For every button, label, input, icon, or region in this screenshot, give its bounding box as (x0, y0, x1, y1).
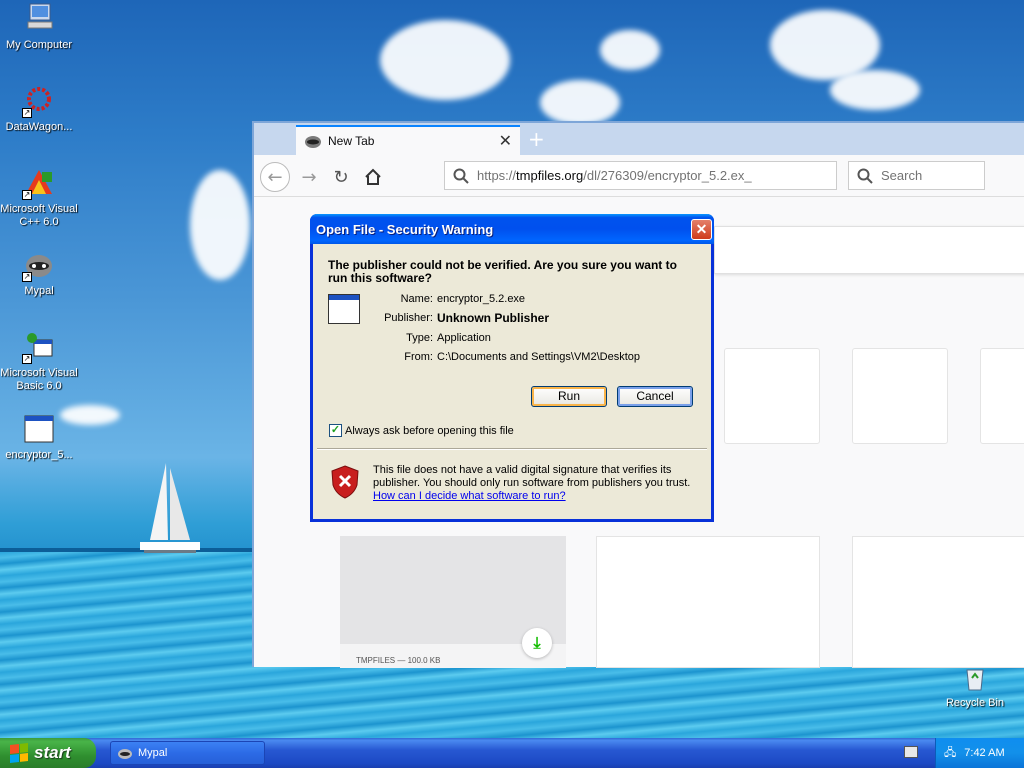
name-value: encryptor_5.2.exe (437, 293, 526, 305)
cloud (380, 20, 510, 100)
dialog-heading: The publisher could not be verified. Are… (328, 258, 677, 285)
shortcut-arrow-icon: ↗ (22, 354, 32, 364)
security-warning-dialog: Open File - Security Warning ✕ The publi… (310, 214, 714, 522)
search-icon (857, 168, 873, 184)
divider (317, 448, 707, 450)
clock[interactable]: 7:42 AM (964, 747, 1004, 759)
close-tab-icon[interactable]: ✕ (499, 131, 512, 151)
always-ask-row: ✓ Always ask before opening this file (329, 424, 514, 437)
publisher-label: Publisher: (384, 312, 433, 324)
visual-cpp-icon: ↗ (22, 166, 56, 200)
type-value: Application (437, 332, 491, 344)
network-icon[interactable]: 🖧 (944, 744, 956, 763)
desktop-icon-label: encryptor_5... (5, 449, 73, 461)
close-icon: ✕ (695, 221, 708, 237)
shortcut-arrow-icon: ↗ (22, 272, 32, 282)
back-button[interactable]: ← (260, 162, 290, 192)
desktop-icon-label: Mypal (24, 285, 54, 297)
mypal-favicon-icon (305, 136, 321, 148)
mypal-icon: ↗ (22, 248, 56, 282)
system-tray: 🖧 7:42 AM (935, 738, 1024, 768)
always-ask-checkbox[interactable]: ✓ (329, 424, 342, 437)
back-arrow-icon: ← (267, 166, 283, 188)
cloud (600, 30, 660, 70)
cloud (540, 80, 620, 125)
desktop-icon-my-computer[interactable]: My Computer (0, 2, 78, 52)
search-icon (453, 168, 469, 184)
desktop-icon-label: Recycle Bin (945, 697, 1005, 709)
from-value: C:\Documents and Settings\VM2\Desktop (437, 351, 640, 363)
top-site-tile[interactable] (724, 348, 820, 444)
desktop-icon-encryptor[interactable]: encryptor_5... (0, 412, 78, 462)
tab-strip: New Tab ✕ + (254, 123, 1024, 155)
dialog-title-bar: Open File - Security Warning ✕ (310, 214, 714, 244)
shortcut-arrow-icon: ↗ (22, 190, 32, 200)
highlight-tile[interactable] (596, 536, 820, 668)
cloud (830, 70, 920, 110)
keyboard-icon[interactable] (904, 746, 918, 758)
dialog-title: Open File - Security Warning (316, 222, 494, 237)
desktop-icon-visual-cpp[interactable]: ↗ Microsoft Visual C++ 6.0 (0, 166, 78, 229)
tab-title: New Tab (328, 134, 375, 148)
desktop-icon-label: Microsoft Visual Basic 6.0 (0, 367, 78, 392)
desktop-icon-label: Microsoft Visual C++ 6.0 (0, 203, 78, 228)
url-host: tmpfiles.org (516, 168, 584, 183)
desktop-icon-datawagon[interactable]: ↗ DataWagon... (0, 84, 78, 134)
taskbar-item-mypal[interactable]: Mypal (110, 741, 265, 765)
windows-logo-icon (10, 743, 28, 763)
download-icon: ⤓ (522, 628, 552, 658)
security-shield-icon (331, 465, 359, 499)
cancel-button[interactable]: Cancel (617, 386, 693, 407)
desktop-icon-label: DataWagon... (5, 121, 73, 133)
highlight-tile[interactable] (852, 536, 1024, 668)
top-site-tile[interactable] (980, 348, 1024, 444)
home-icon (365, 168, 381, 185)
taskbar: start Mypal 🖧 7:42 AM (0, 738, 1024, 768)
visual-basic-icon: ↗ (22, 330, 56, 364)
taskbar-item-label: Mypal (138, 747, 168, 759)
search-placeholder: Search (881, 168, 923, 183)
shortcut-arrow-icon: ↗ (22, 108, 32, 118)
reload-button[interactable]: ↻ (326, 162, 356, 192)
type-label: Type: (406, 332, 433, 344)
mypal-icon (118, 749, 132, 759)
desktop-icon-mypal[interactable]: ↗ Mypal (0, 248, 78, 298)
publisher-value: Unknown Publisher (437, 311, 550, 325)
start-button[interactable]: start (0, 738, 96, 768)
download-highlight-tile[interactable]: TMPFILES — 100.0 KB ⤓ (340, 536, 566, 668)
help-link[interactable]: How can I decide what software to run? (373, 490, 566, 502)
forward-arrow-icon: → (301, 166, 317, 188)
cloud (770, 10, 880, 80)
sailboat-image (140, 463, 200, 553)
from-label: From: (404, 351, 433, 363)
search-bar[interactable]: Search (848, 161, 985, 190)
executable-icon (22, 412, 56, 446)
desktop-icon-label: My Computer (5, 39, 73, 51)
run-button[interactable]: Run (531, 386, 607, 407)
start-label: start (34, 743, 71, 762)
desktop-icon-visual-basic[interactable]: ↗ Microsoft Visual Basic 6.0 (0, 330, 78, 393)
url-bar[interactable]: https://tmpfiles.org/dl/276309/encryptor… (444, 161, 837, 190)
top-site-tile[interactable] (852, 348, 948, 444)
cloud (190, 170, 250, 280)
warning-text: This file does not have a valid digital … (373, 464, 691, 489)
tab-new-tab[interactable]: New Tab ✕ (296, 125, 520, 155)
forward-button[interactable]: → (294, 162, 324, 192)
my-computer-icon (22, 2, 56, 36)
new-tab-icon[interactable]: + (528, 127, 545, 151)
close-button[interactable]: ✕ (691, 219, 712, 240)
name-label: Name: (400, 293, 433, 305)
url-prefix: https:// (477, 168, 517, 183)
home-button[interactable] (358, 162, 388, 192)
always-ask-label[interactable]: Always ask before opening this file (345, 425, 514, 437)
url-path: /dl/276309/encryptor_5.2.ex_ (583, 168, 752, 183)
navigation-bar: ← → ↻ https://tmpfiles.org/dl/276309/enc… (254, 155, 1024, 197)
reload-icon: ↻ (333, 166, 349, 188)
datawagon-icon: ↗ (22, 84, 56, 118)
page-search-box[interactable] (714, 226, 1024, 274)
